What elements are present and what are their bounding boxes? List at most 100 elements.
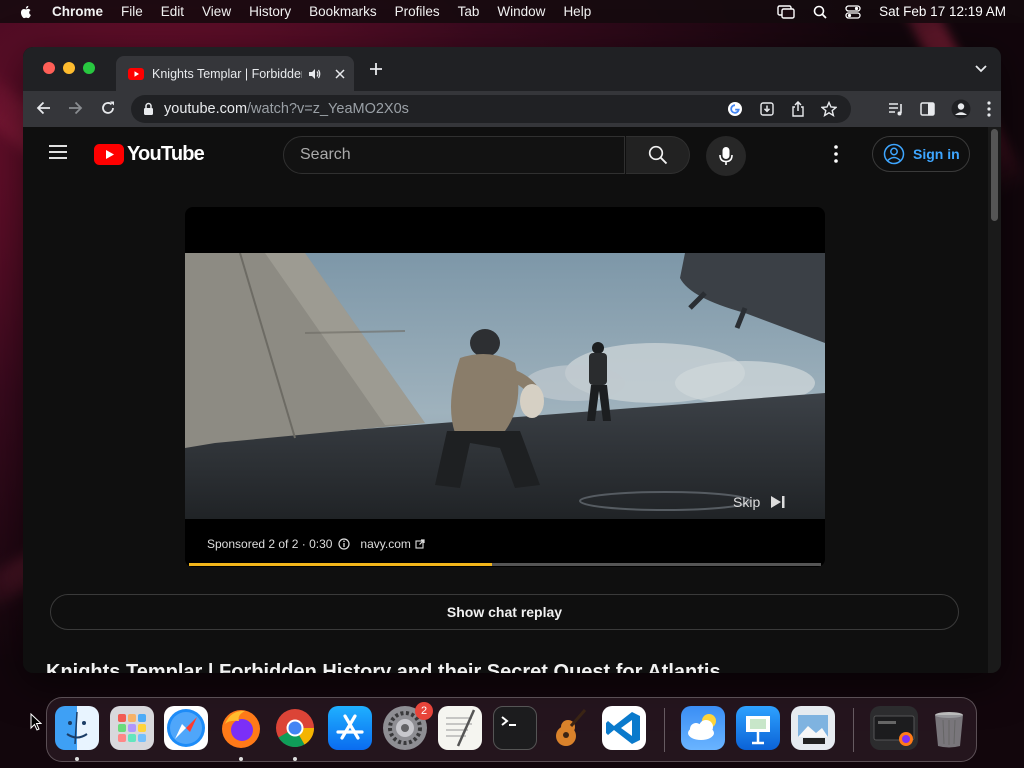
dock: 2 — [46, 697, 977, 762]
media-controls-icon[interactable] — [888, 102, 904, 116]
zoom-window-button[interactable] — [83, 62, 95, 74]
screen-mirroring-icon[interactable] — [777, 4, 795, 19]
youtube-logo[interactable]: YouTube — [94, 143, 205, 166]
dock-running-indicator — [75, 757, 79, 761]
dock-preview[interactable] — [791, 706, 835, 750]
close-tab-icon[interactable] — [335, 68, 345, 79]
spotlight-search-icon[interactable] — [813, 5, 827, 19]
dock-launchpad[interactable] — [110, 706, 154, 750]
search-button[interactable] — [626, 136, 690, 174]
window-controls — [43, 62, 95, 74]
browser-toolbar: youtube.com/watch?v=z_YeaMO2X0s — [23, 91, 1001, 127]
new-tab-icon[interactable] — [369, 62, 383, 76]
menu-edit[interactable]: Edit — [161, 4, 184, 19]
chrome-menu-kebab-icon[interactable] — [987, 101, 991, 117]
notification-badge: 2 — [415, 702, 433, 720]
address-bar[interactable]: youtube.com/watch?v=z_YeaMO2X0s — [131, 95, 851, 123]
dock-keynote[interactable] — [736, 706, 780, 750]
app-store-icon — [336, 714, 364, 740]
skip-ad-button[interactable]: Skip — [733, 494, 786, 510]
dock-app-store[interactable] — [328, 706, 372, 750]
voice-search-button[interactable] — [706, 136, 746, 176]
forward-arrow-icon[interactable] — [67, 100, 83, 116]
back-arrow-icon[interactable] — [36, 100, 52, 116]
dock-garageband[interactable] — [547, 706, 591, 750]
ad-video-frame[interactable]: Skip — [185, 253, 825, 519]
show-chat-replay-button[interactable]: Show chat replay — [50, 594, 959, 630]
dock-safari[interactable] — [164, 706, 208, 750]
dock-finder[interactable] — [55, 706, 99, 750]
menu-view[interactable]: View — [202, 4, 231, 19]
profile-avatar-icon[interactable] — [951, 99, 971, 119]
video-player[interactable]: Skip Sponsored 2 of 2 · 0:30 navy.com — [185, 207, 825, 567]
google-lens-icon[interactable] — [727, 101, 743, 117]
menu-file[interactable]: File — [121, 4, 143, 19]
menu-bookmarks[interactable]: Bookmarks — [309, 4, 377, 19]
dock-separator — [853, 708, 854, 752]
browser-tab-active[interactable]: Knights Templar | Forbidden History and … — [116, 56, 354, 91]
microphone-icon — [719, 147, 733, 165]
search-icon — [648, 145, 667, 165]
bookmark-star-icon[interactable] — [821, 101, 837, 117]
dock-system-settings[interactable]: 2 — [383, 702, 433, 750]
close-window-button[interactable] — [43, 62, 55, 74]
minimize-window-button[interactable] — [63, 62, 75, 74]
sign-in-button[interactable]: Sign in — [872, 136, 970, 172]
site-info-lock-icon[interactable] — [143, 102, 154, 116]
install-app-icon[interactable] — [759, 101, 775, 117]
youtube-play-logo-icon — [94, 144, 124, 165]
menu-history[interactable]: History — [249, 4, 291, 19]
ad-progress-fill — [189, 563, 493, 566]
chrome-window: Knights Templar | Forbidden History and … — [23, 47, 1001, 673]
trash-icon — [935, 712, 963, 748]
scrollbar-thumb[interactable] — [991, 129, 998, 221]
menu-app-name[interactable]: Chrome — [52, 4, 103, 19]
dock-terminal[interactable] — [493, 706, 537, 750]
ad-info-icon[interactable] — [338, 538, 351, 550]
page-scrollbar[interactable] — [988, 127, 1001, 673]
youtube-favicon-icon — [128, 67, 144, 80]
menu-help[interactable]: Help — [563, 4, 591, 19]
dock-downloads-stack[interactable] — [870, 706, 918, 750]
ad-info-bar: Sponsored 2 of 2 · 0:30 navy.com — [207, 537, 425, 551]
dock-trash[interactable] — [927, 706, 971, 750]
menu-profiles[interactable]: Profiles — [395, 4, 440, 19]
safari-icon — [167, 709, 205, 747]
chrome-icon — [276, 709, 315, 748]
search-input[interactable]: Search — [283, 136, 625, 174]
reload-icon[interactable] — [100, 100, 116, 116]
side-panel-icon[interactable] — [920, 102, 935, 116]
dock-firefox[interactable] — [219, 706, 263, 750]
account-circle-icon — [883, 143, 905, 165]
dock-running-indicator — [239, 757, 243, 761]
menu-bar: Chrome File Edit View History Bookmarks … — [0, 0, 1024, 23]
external-link-icon[interactable] — [415, 539, 425, 549]
launchpad-icon — [118, 714, 146, 742]
audio-playing-icon[interactable] — [308, 68, 321, 80]
tab-search-chevron-icon[interactable] — [975, 65, 987, 73]
sponsored-label: Sponsored 2 of 2 · 0:30 — [207, 537, 333, 551]
preview-icon — [798, 715, 828, 744]
youtube-masthead: YouTube Search Sign in — [23, 127, 988, 183]
url-path: /watch?v=z_YeaMO2X0s — [247, 101, 409, 117]
dock-separator — [664, 708, 665, 752]
guide-menu-icon[interactable] — [48, 144, 68, 160]
settings-kebab-icon[interactable] — [834, 145, 838, 163]
url-host: youtube.com — [164, 101, 248, 117]
downloads-stack-icon — [873, 715, 915, 746]
share-icon[interactable] — [791, 101, 805, 117]
dock-chrome[interactable] — [273, 706, 317, 750]
apple-icon[interactable] — [18, 4, 34, 20]
menu-window[interactable]: Window — [497, 4, 545, 19]
dock-weather[interactable] — [681, 706, 725, 750]
skip-next-icon — [771, 496, 785, 508]
dock-vscode[interactable] — [602, 706, 646, 750]
tab-title: Knights Templar | Forbidden History and … — [152, 66, 302, 81]
menu-bar-clock[interactable]: Sat Feb 17 12:19 AM — [879, 4, 1006, 19]
finder-icon — [66, 711, 88, 745]
control-center-icon[interactable] — [845, 4, 861, 19]
ad-progress-bar[interactable] — [189, 563, 821, 566]
menu-tab[interactable]: Tab — [458, 4, 480, 19]
advertiser-link[interactable]: navy.com — [360, 537, 410, 551]
dock-textedit[interactable] — [438, 706, 482, 750]
